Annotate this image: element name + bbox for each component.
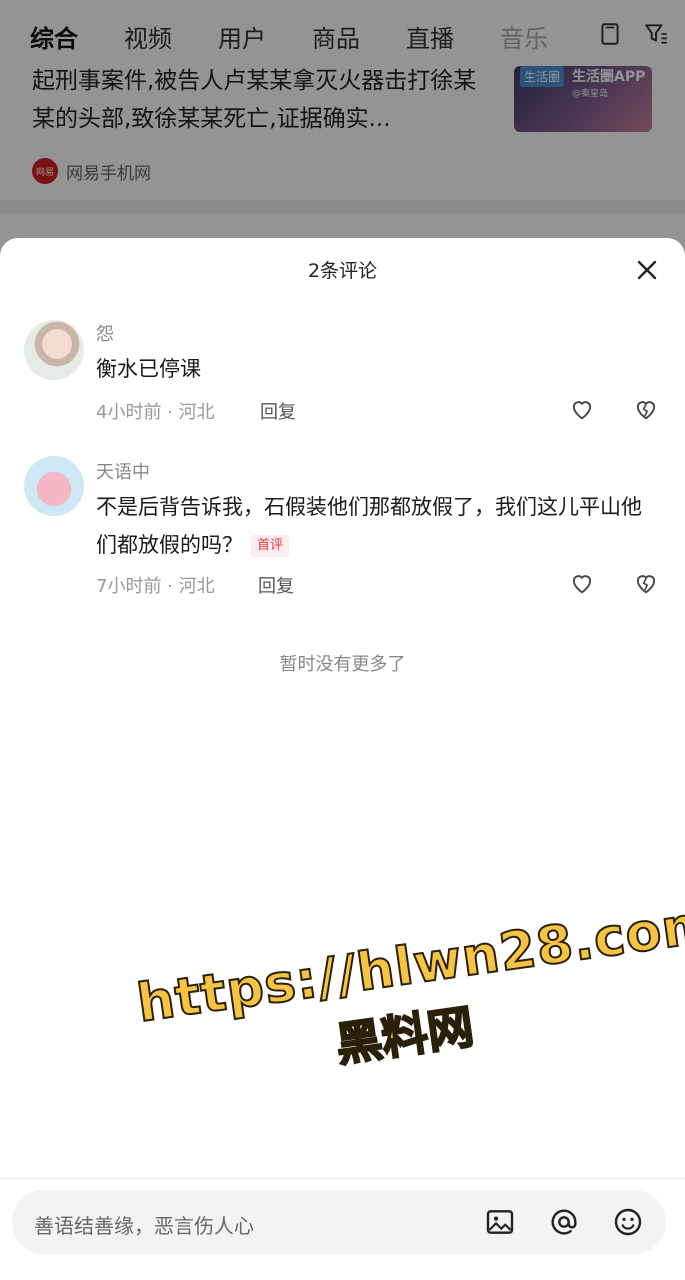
comment-text: 衡水已停课 [96, 357, 201, 381]
broken-heart-icon[interactable] [632, 569, 660, 597]
comment-username[interactable]: 天语中 [96, 458, 150, 484]
first-comment-badge: 首评 [251, 535, 290, 557]
close-button[interactable] [633, 256, 661, 284]
close-icon [637, 260, 657, 280]
comment-meta: 7小时前 · 河北 [96, 576, 215, 597]
heart-icon[interactable] [568, 395, 596, 423]
comment-sheet: 2条评论 怨 衡水已停课 4小时前 · 河北 回复 天语中 不是后背告诉我，石假… [0, 238, 685, 1280]
broken-heart-icon[interactable] [632, 395, 660, 423]
sheet-title: 2条评论 [307, 260, 378, 282]
emoji-icon[interactable] [612, 1206, 644, 1238]
background-page: 综合 视频 用户 商品 直播 音乐 起刑事案件,被告人卢某某拿灭火器击打徐某某的… [0, 0, 685, 260]
dim-overlay[interactable] [0, 0, 685, 260]
mention-icon[interactable] [548, 1206, 580, 1238]
comment-text-body: 不是后背告诉我，石假装他们那都放假了，我们这儿平山他们都放假的吗？ [96, 495, 642, 557]
input-divider [0, 1178, 685, 1179]
image-icon[interactable] [484, 1206, 516, 1238]
comment-meta: 4小时前 · 河北 [96, 402, 215, 423]
comment-text: 不是后背告诉我，石假装他们那都放假了，我们这儿平山他们都放假的吗？ 首评 [96, 488, 656, 564]
no-more-text: 暂时没有更多了 [279, 654, 406, 675]
avatar[interactable] [24, 320, 84, 380]
reply-button[interactable]: 回复 [258, 572, 294, 598]
watermark: https://hlwn28.com 黑料网 [133, 892, 685, 1101]
comment-input-placeholder: 善语结善缘，恶言伤人心 [34, 1214, 254, 1238]
heart-icon[interactable] [568, 569, 596, 597]
comment-input[interactable]: 善语结善缘，恶言伤人心 [12, 1190, 666, 1254]
reply-button[interactable]: 回复 [260, 398, 296, 424]
avatar[interactable] [24, 456, 84, 516]
comment-username[interactable]: 怨 [96, 320, 114, 346]
